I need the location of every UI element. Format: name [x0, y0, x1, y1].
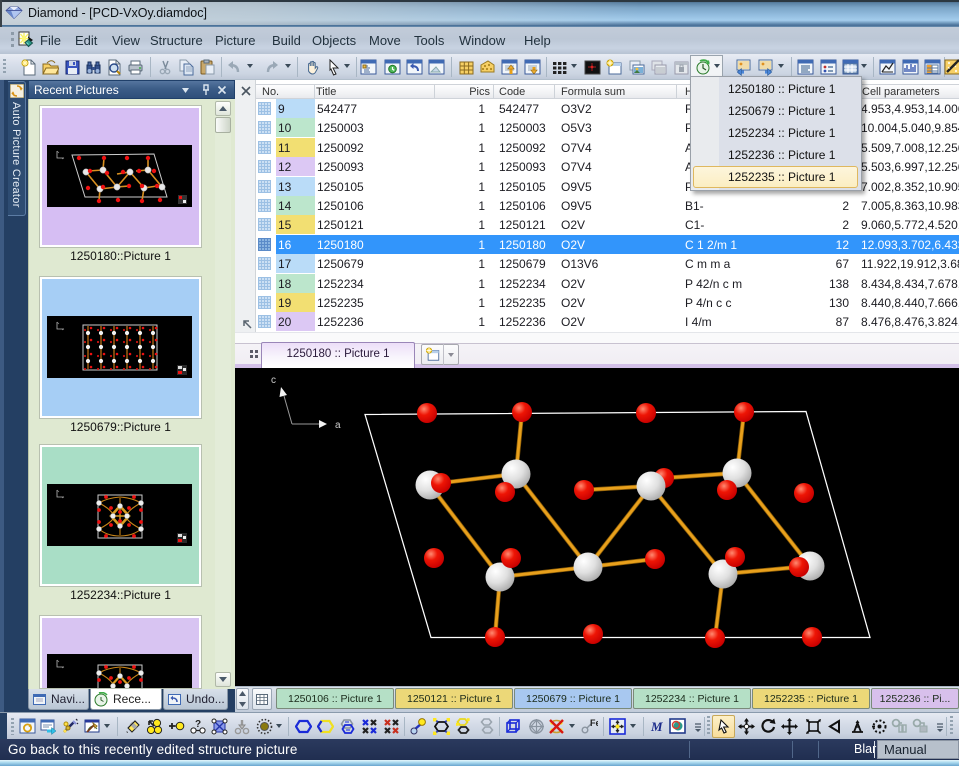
svg-text:?: ?	[195, 719, 201, 730]
svg-text:c: c	[271, 375, 276, 386]
svg-text:Fe: Fe	[590, 718, 598, 728]
svg-text:a: a	[335, 420, 341, 431]
svg-text:M: M	[650, 719, 663, 734]
